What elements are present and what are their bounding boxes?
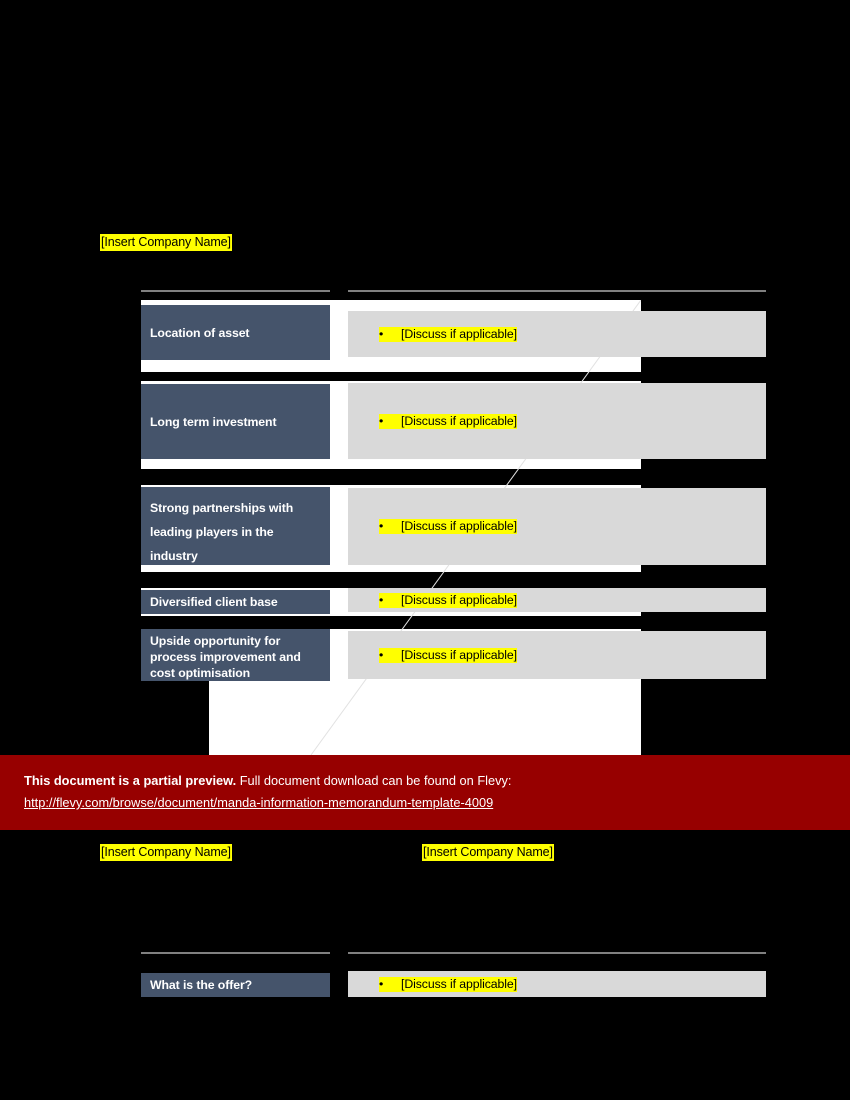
- preview-banner-text: This document is a partial preview. Full…: [24, 771, 850, 791]
- bullet-icon: •: [379, 592, 384, 607]
- row-bullet: • [Discuss if applicable]: [379, 326, 517, 342]
- row-content-strong-partnerships[interactable]: • [Discuss if applicable]: [348, 488, 766, 565]
- row-content-upside-opportunity[interactable]: • [Discuss if applicable]: [348, 631, 766, 679]
- row-label-text: Long term investment: [150, 414, 277, 429]
- row-bullet-text: [Discuss if applicable]: [401, 326, 517, 341]
- bullet-icon: •: [379, 647, 384, 662]
- preview-banner: This document is a partial preview. Full…: [0, 755, 850, 830]
- row-label-upside-opportunity: Upside opportunity for process improveme…: [141, 629, 330, 681]
- row-label-long-term-investment: Long term investment: [141, 384, 330, 459]
- divider-right-bottom: [348, 952, 766, 954]
- row-content-diversified-client-base[interactable]: • [Discuss if applicable]: [348, 588, 766, 612]
- row-label-text: Strong partnerships with leading players…: [150, 501, 294, 563]
- row-bullet-text: [Discuss if applicable]: [401, 976, 517, 991]
- company-name-bottom-left: [Insert Company Name]: [100, 844, 232, 861]
- row-content-long-term-investment[interactable]: • [Discuss if applicable]: [348, 383, 766, 459]
- row-bullet: • [Discuss if applicable]: [379, 413, 517, 429]
- row-label-location-of-asset: Location of asset: [141, 305, 330, 360]
- row-bullet: • [Discuss if applicable]: [379, 976, 517, 992]
- row-label-text: Upside opportunity for process improveme…: [150, 634, 301, 680]
- divider-left-top: [141, 290, 330, 292]
- row-label-diversified-client-base: Diversified client base: [141, 590, 330, 614]
- row-content-location-of-asset[interactable]: • [Discuss if applicable]: [348, 311, 766, 357]
- divider-right-top: [348, 290, 766, 292]
- row-label-text: Location of asset: [150, 325, 250, 340]
- row-bullet: • [Discuss if applicable]: [379, 519, 517, 534]
- row-bullet-text: [Discuss if applicable]: [401, 592, 517, 607]
- row-bullet: • [Discuss if applicable]: [379, 647, 517, 663]
- row-content-what-is-the-offer[interactable]: • [Discuss if applicable]: [348, 971, 766, 997]
- row-label-what-is-the-offer: What is the offer?: [141, 973, 330, 997]
- preview-banner-headline: This document is a partial preview.: [24, 773, 237, 788]
- preview-banner-subtext: Full document download can be found on F…: [239, 773, 512, 788]
- row-label-text: What is the offer?: [150, 978, 253, 992]
- bullet-icon: •: [379, 976, 384, 991]
- row-bullet-text: [Discuss if applicable]: [401, 519, 517, 533]
- divider-left-bottom: [141, 952, 330, 954]
- company-name-bottom-right: [Insert Company Name]: [422, 844, 554, 861]
- row-label-text: Diversified client base: [150, 595, 278, 609]
- bullet-icon: •: [379, 519, 384, 533]
- row-label-strong-partnerships: Strong partnerships with leading players…: [141, 487, 330, 565]
- bullet-icon: •: [379, 413, 384, 428]
- slide-backing-footer: [209, 681, 641, 755]
- row-bullet: • [Discuss if applicable]: [379, 592, 517, 608]
- bullet-icon: •: [379, 326, 384, 341]
- row-bullet-text: [Discuss if applicable]: [401, 647, 517, 662]
- company-name-top: [Insert Company Name]: [100, 234, 232, 251]
- row-bullet-text: [Discuss if applicable]: [401, 413, 517, 428]
- preview-banner-link[interactable]: http://flevy.com/browse/document/manda-i…: [24, 793, 493, 813]
